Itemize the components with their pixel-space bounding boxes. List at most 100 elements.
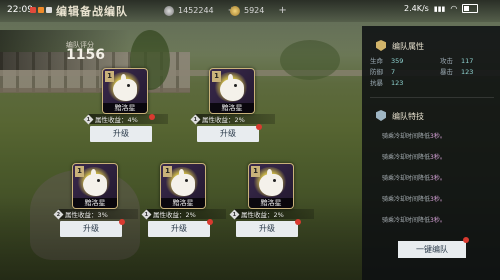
horse-eye [273,179,276,182]
attribute-bonus: 1 属性收益：4% [83,114,168,124]
score-value: 1156 [66,47,105,63]
hero-level-badge: 1 [105,71,114,82]
attr-anti-crit: 抗暴 123 [370,77,403,87]
app-icon [38,7,44,13]
hero-name: 黯洛星 [103,103,147,113]
attr-value: 123 [461,68,474,76]
upgrade-button[interactable]: 升级 [90,126,152,142]
skill-highlight: 3秒。 [430,175,446,182]
skill-section-title: 编队特技 [392,112,424,121]
attr-defense: 防御 7 [370,66,395,76]
page-title: 编辑备战编队 [56,5,128,18]
alert-dot [119,219,125,225]
upgrade-button[interactable]: 升级 [148,221,210,237]
hero-card[interactable]: 1 黯洛星 1 属性收益：2% 升级 [226,163,316,243]
bonus-text: 属性收益：2% [202,116,245,124]
bonus-rank: 1 [86,115,91,122]
bonus-text: 属性收益：4% [95,116,138,124]
signal-icon: ▮▮▮ [433,4,446,13]
skill-text: 骑乘冷却时间降低 [382,154,431,161]
currency-silver: 1452244 + [164,5,236,16]
attr-label: 暴击 [440,68,453,76]
battery-icon [462,4,479,13]
hero-level-badge: 1 [163,166,172,177]
horse-eye [127,84,130,87]
attr-label: 抗暴 [370,79,383,87]
attr-value: 123 [391,79,404,87]
hero-name: 黯洛星 [210,103,254,113]
diamond-icon: 1 [190,114,201,124]
skill-text: 骑乘冷却时间降低 [382,196,431,203]
currency-silver-value: 1452244 [178,6,214,15]
bonus-text: 属性收益：2% [153,211,196,219]
bonus-rank: 1 [232,210,237,217]
skill-text: 骑乘冷却时间降低 [382,133,431,140]
attr-value: 359 [391,57,404,65]
hero-portrait[interactable]: 1 黯洛星 [72,163,118,209]
system-status: 2.4K/s ▮▮▮ ◠ [404,4,479,13]
white-horse-icon [113,74,137,101]
skill-item: 骑乘冷却时间降低3秒。 [382,131,446,140]
bonus-text: 属性收益：3% [65,211,108,219]
skill-item: 骑乘冷却时间降低3秒。 [382,173,446,182]
status-icons [30,7,52,13]
hero-name: 黯洛星 [161,198,205,208]
hero-level-badge: 1 [75,166,84,177]
top-bar: 22:09 编辑备战编队 1452244 + 5924 + 2.4K/s ▮▮▮… [0,0,500,22]
score-backdrop [0,30,130,70]
hero-level-badge: 1 [251,166,260,177]
alert-dot [256,124,262,130]
attr-attack: 攻击 117 [440,55,473,65]
wifi-icon: ◠ [450,4,458,13]
alert-dot [295,219,301,225]
skill-highlight: 3秒。 [430,154,446,161]
white-horse-icon [259,169,283,196]
diamond-icon: 1 [141,209,152,219]
attribute-bonus: 1 属性收益：2% [229,209,314,219]
bonus-rank: 2 [56,210,61,217]
horse-eye [234,84,237,87]
hero-card[interactable]: 1 黯洛星 1 属性收益：2% 升级 [187,68,277,148]
attr-hp: 生命 359 [370,55,403,65]
white-horse-icon [220,74,244,101]
hero-level-badge: 1 [212,71,221,82]
attr-crit: 暴击 123 [440,66,473,76]
currency-gold: 5924 + [230,5,287,16]
skill-highlight: 3秒。 [430,196,446,203]
skill-text: 骑乘冷却时间降低 [382,175,431,182]
skill-text: 骑乘冷却时间降低 [382,217,431,224]
attr-value: 117 [461,57,474,65]
diamond-icon: 1 [229,209,240,219]
upgrade-button[interactable]: 升级 [236,221,298,237]
attribute-bonus: 1 属性收益：2% [141,209,226,219]
skill-item: 骑乘冷却时间降低3秒。 [382,194,446,203]
attr-label: 攻击 [440,57,453,65]
auto-formation-button[interactable]: 一键编队 [398,241,466,258]
panel-divider [370,97,494,98]
hero-portrait[interactable]: 1 黯洛星 [248,163,294,209]
hero-card[interactable]: 1 黯洛星 1 属性收益：4% 升级 [80,68,170,148]
currency-gold-value: 5924 [244,6,265,15]
hero-portrait[interactable]: 1 黯洛星 [160,163,206,209]
skill-highlight: 3秒。 [430,217,446,224]
hero-portrait[interactable]: 1 黯洛星 [209,68,255,114]
upgrade-button[interactable]: 升级 [60,221,122,237]
attr-section-title: 编队属性 [392,42,424,51]
upgrade-button[interactable]: 升级 [197,126,259,142]
attr-label: 生命 [370,57,383,65]
bonus-text: 属性收益：2% [241,211,284,219]
hero-card[interactable]: 1 黯洛星 1 属性收益：2% 升级 [138,163,228,243]
diamond-icon: 2 [53,209,64,219]
hero-portrait[interactable]: 1 黯洛星 [102,68,148,114]
hero-name: 黯洛星 [249,198,293,208]
attr-value: 7 [391,68,396,76]
skill-item: 骑乘冷却时间降低3秒。 [382,215,446,224]
add-currency-gold-button[interactable]: + [278,5,286,16]
white-horse-icon [171,169,195,196]
hero-name: 黯洛星 [73,198,117,208]
alert-dot [207,219,213,225]
bonus-rank: 1 [144,210,149,217]
bonus-rank: 1 [193,115,198,122]
alert-dot [149,114,155,120]
hero-card[interactable]: 1 黯洛星 2 属性收益：3% 升级 [50,163,140,243]
